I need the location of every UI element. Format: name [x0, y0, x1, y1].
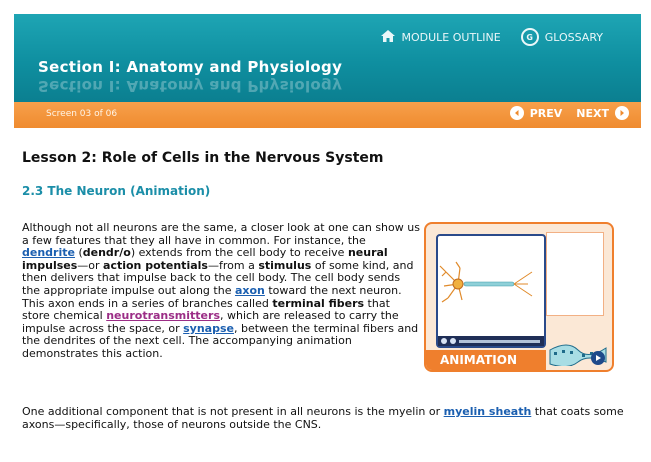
- dendrite-link[interactable]: dendrite: [22, 246, 75, 259]
- myelin-sheath-link[interactable]: myelin sheath: [444, 405, 532, 418]
- text-run: (: [74, 246, 83, 260]
- animation-caption-thumbnail: [546, 232, 604, 316]
- prev-label: PREV: [529, 106, 563, 120]
- glossary-icon: G: [520, 28, 539, 46]
- progress-track: [459, 339, 540, 343]
- lesson-title: Lesson 2: Role of Cells in the Nervous S…: [22, 150, 384, 166]
- myelin-paragraph: One additional component that is not pre…: [22, 405, 632, 431]
- screen-indicator: Screen 03 of 06: [46, 109, 118, 119]
- module-header: MODULE OUTLINE G GLOSSARY Section I: Ana…: [14, 14, 641, 102]
- module-outline-link[interactable]: MODULE OUTLINE: [381, 29, 501, 45]
- next-button[interactable]: NEXT: [576, 106, 629, 120]
- axon-link[interactable]: axon: [235, 284, 265, 297]
- neuron-paragraph: Although not all neurons are the same, a…: [22, 221, 420, 361]
- text-run: —or: [77, 258, 104, 272]
- glossary-link[interactable]: G GLOSSARY: [520, 28, 603, 46]
- section-title: Section I: Anatomy and Physiology: [38, 58, 343, 76]
- text-run: —from a: [207, 258, 259, 272]
- film-reel-icon: [549, 344, 607, 366]
- subsection-title: 2.3 The Neuron (Animation): [22, 184, 211, 198]
- neuron-icon: [439, 261, 533, 303]
- synapse-link[interactable]: synapse: [183, 322, 234, 335]
- text-run: Although not all neurons are the same, a…: [22, 221, 420, 247]
- arrow-right-icon: [615, 106, 629, 120]
- module-outline-label: MODULE OUTLINE: [401, 30, 501, 44]
- animation-player-thumbnail: [436, 234, 546, 348]
- terminal-fibers-term: terminal fibers: [272, 296, 365, 310]
- stimulus-term: stimulus: [258, 258, 312, 272]
- glossary-label: GLOSSARY: [544, 30, 603, 44]
- stop-control-icon: [450, 338, 456, 344]
- play-control-icon: [441, 338, 447, 344]
- animation-label: ANIMATION: [426, 350, 546, 370]
- arrow-left-icon: [509, 106, 524, 120]
- next-label: NEXT: [576, 106, 609, 120]
- animation-card[interactable]: ANIMATION: [424, 222, 614, 372]
- player-controls: [438, 336, 544, 346]
- action-potentials-term: action potentials: [103, 258, 208, 272]
- text-run: One additional component that is not pre…: [22, 405, 444, 418]
- header-nav: MODULE OUTLINE G GLOSSARY: [381, 28, 603, 46]
- neurotransmitters-link[interactable]: neurotransmitters: [106, 309, 220, 322]
- home-icon: [381, 29, 396, 45]
- text-run: ) extends from the cell body to receive: [130, 246, 348, 260]
- prev-button[interactable]: PREV: [509, 106, 563, 120]
- section-title-reflection: Section I: Anatomy and Physiology: [38, 77, 343, 95]
- navigation-bar: Screen 03 of 06 PREV NEXT: [14, 102, 641, 128]
- pager: PREV NEXT: [509, 106, 629, 120]
- dendr-term: dendr/o: [82, 246, 131, 260]
